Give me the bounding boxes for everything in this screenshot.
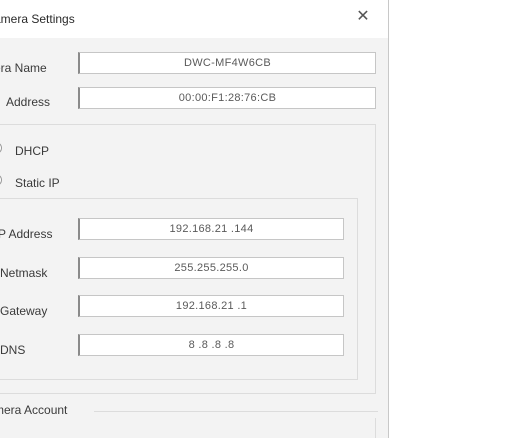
title-bar: amera Settings ✕ — [0, 0, 388, 38]
camera-account-groupbox — [0, 418, 376, 438]
account-legend-line — [94, 411, 378, 412]
netmask-field[interactable]: 255.255.255.0 — [78, 257, 344, 279]
gateway-label: Gateway — [0, 304, 48, 318]
netmask-value: 255.255.255.0 — [174, 262, 249, 274]
mac-address-value: 00:00:F1:28:76:CB — [178, 92, 277, 104]
camera-name-field[interactable]: DWC-MF4W6CB — [78, 52, 376, 74]
dns-value: 8 .8 .8 .8 — [188, 339, 235, 351]
close-button[interactable]: ✕ — [352, 6, 374, 28]
dns-field[interactable]: 8 .8 .8 .8 — [78, 334, 344, 356]
camera-settings-dialog: amera Settings ✕ era Name DWC-MF4W6CB Ad… — [0, 0, 389, 438]
camera-name-label: era Name — [0, 61, 47, 75]
ip-address-field[interactable]: 192.168.21 .144 — [78, 218, 344, 240]
ip-address-value: 192.168.21 .144 — [169, 223, 254, 235]
mac-address-label: Address — [6, 95, 51, 109]
dns-label: DNS — [0, 343, 26, 357]
static-ip-label[interactable]: Static IP — [15, 176, 60, 190]
ip-address-label: P Address — [0, 227, 53, 241]
gateway-field[interactable]: 192.168.21 .1 — [78, 295, 344, 317]
mac-address-field: 00:00:F1:28:76:CB — [78, 87, 376, 109]
close-icon: ✕ — [356, 8, 370, 25]
netmask-label: Netmask — [0, 266, 48, 280]
dialog-title: amera Settings — [0, 12, 75, 26]
gateway-value: 192.168.21 .1 — [175, 300, 248, 312]
dhcp-label[interactable]: DHCP — [15, 144, 49, 158]
camera-name-value: DWC-MF4W6CB — [183, 57, 271, 69]
camera-account-legend: mera Account — [0, 403, 74, 417]
